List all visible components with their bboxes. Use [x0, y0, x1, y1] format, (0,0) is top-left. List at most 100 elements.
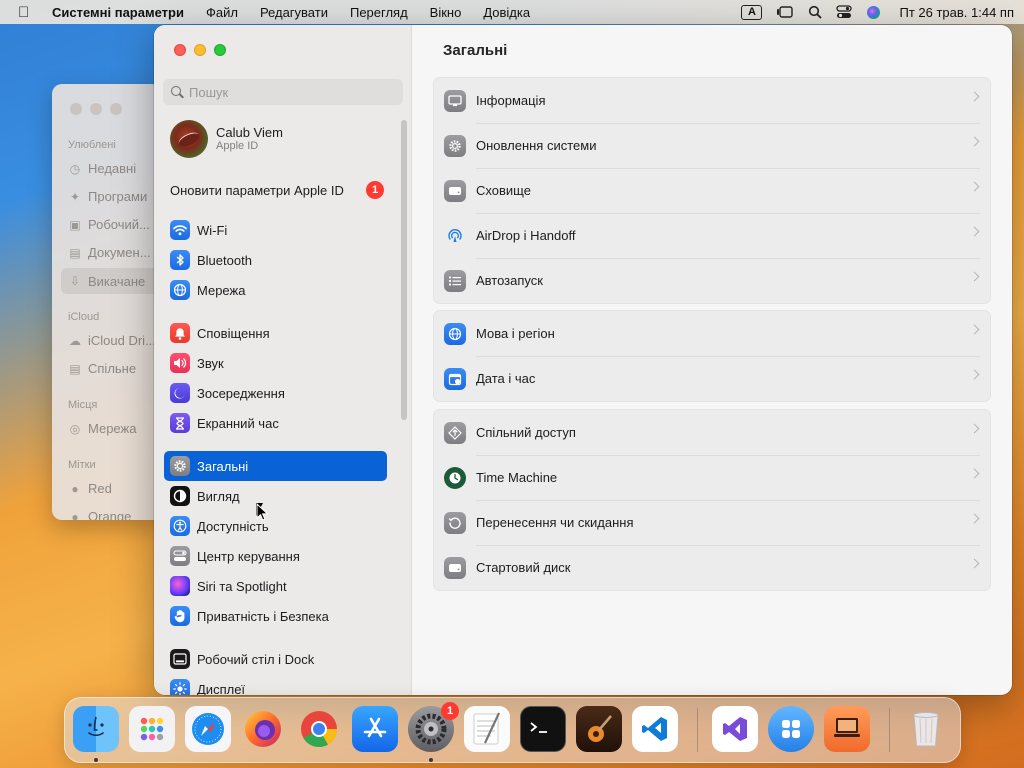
- sidebar-item-label: Сповіщення: [197, 325, 270, 341]
- firefox-icon[interactable]: [240, 706, 286, 752]
- menu-clock[interactable]: Пт 26 трав. 1:44 пп: [899, 5, 1014, 20]
- finder-tag-orange[interactable]: ● Orange: [68, 509, 131, 520]
- finder-section-favorites: Улюблені: [68, 139, 116, 151]
- hand-icon: [170, 606, 190, 626]
- mouse-pointer: [256, 503, 268, 521]
- sidebar-item-network[interactable]: Мережа: [164, 275, 387, 305]
- menu-window[interactable]: Вікно: [430, 5, 462, 20]
- textedit-icon[interactable]: [464, 706, 510, 752]
- apple-id-update-item[interactable]: Оновити параметри Apple ID 1: [170, 180, 384, 200]
- finder-icon[interactable]: [73, 706, 119, 752]
- visual-studio-icon[interactable]: [712, 706, 758, 752]
- finder-tag-red[interactable]: ● Red: [68, 481, 111, 496]
- finder-item-network[interactable]: ◎ Мережа: [68, 421, 137, 436]
- zoom-button[interactable]: [214, 44, 226, 56]
- settings-row-about[interactable]: Інформація: [434, 78, 990, 123]
- launchpad-icon[interactable]: [129, 706, 175, 752]
- garageband-icon[interactable]: [576, 706, 622, 752]
- input-source-icon[interactable]: A: [741, 4, 763, 20]
- sidebar-item-bluetooth[interactable]: Bluetooth: [164, 245, 387, 275]
- finder-close-button[interactable]: [70, 103, 82, 115]
- system-settings-window: Calub Viem Apple ID Оновити параметри Ap…: [154, 25, 1012, 695]
- sidebar-item-notifications[interactable]: Сповіщення: [164, 318, 387, 348]
- vscode-icon[interactable]: [632, 706, 678, 752]
- disk-icon: [444, 179, 466, 202]
- settings-row-language-region[interactable]: Мова і регіон: [434, 311, 990, 356]
- settings-row-startup-disk[interactable]: Стартовий диск: [434, 545, 990, 590]
- sidebar-item-sound[interactable]: Звук: [164, 348, 387, 378]
- search-input[interactable]: [189, 84, 389, 100]
- close-button[interactable]: [174, 44, 186, 56]
- spotlight-search-icon[interactable]: [808, 5, 823, 19]
- sidebar-item-control-center[interactable]: Центр керування: [164, 541, 387, 571]
- sidebar-item-desktop-dock[interactable]: Робочий стіл і Dock: [164, 644, 387, 674]
- settings-row-storage[interactable]: Сховище: [434, 168, 990, 213]
- sidebar-item-screen-time[interactable]: Екранний час: [164, 408, 387, 438]
- siri-icon[interactable]: [866, 5, 881, 20]
- chrome-icon[interactable]: [296, 706, 342, 752]
- app-store-icon[interactable]: [352, 706, 398, 752]
- menu-bar:  Системні параметри Файл Редагувати Пер…: [0, 0, 1024, 24]
- applications-icon: ✦: [69, 189, 81, 204]
- settings-row-sharing[interactable]: Спільний доступ: [434, 410, 990, 455]
- trash-icon[interactable]: [903, 706, 949, 752]
- sidebar-item-label: Екранний час: [197, 415, 279, 431]
- siri-icon: [170, 576, 190, 596]
- finder-item-label: Мережа: [88, 421, 137, 436]
- stage-manager-icon[interactable]: [776, 5, 794, 19]
- settings-row-airdrop-handoff[interactable]: AirDrop і Handoff: [434, 213, 990, 258]
- finder-item-icloud-drive[interactable]: ☁ iCloud Dri...: [68, 333, 156, 348]
- sidebar-item-focus[interactable]: Зосередження: [164, 378, 387, 408]
- sidebar-group-notifications: Сповіщення Звук Зосередження Екранний ча…: [164, 318, 387, 438]
- sidebar-item-appearance[interactable]: Вигляд: [164, 481, 387, 511]
- sidebar-item-siri-spotlight[interactable]: Siri та Spotlight: [164, 571, 387, 601]
- settings-row-time-machine[interactable]: Time Machine: [434, 455, 990, 500]
- bluetooth-icon: [170, 250, 190, 270]
- apple-id-profile[interactable]: Calub Viem Apple ID: [170, 120, 283, 158]
- remote-desktop-icon[interactable]: [824, 706, 870, 752]
- notification-badge: 1: [441, 702, 459, 720]
- settings-content: Загальні Інформація Оновлення системи Сх…: [413, 25, 1012, 695]
- menu-app-name[interactable]: Системні параметри: [52, 5, 184, 20]
- settings-row-transfer-reset[interactable]: Перенесення чи скидання: [434, 500, 990, 545]
- finder-item-applications[interactable]: ✦ Програми: [68, 189, 147, 204]
- sidebar-item-label: Приватність і Безпека: [197, 608, 329, 624]
- finder-item-documents[interactable]: ▤ Докумен...: [68, 245, 150, 260]
- app-folder-icon[interactable]: [768, 706, 814, 752]
- document-icon: ▤: [69, 245, 81, 260]
- menu-help[interactable]: Довідка: [483, 5, 530, 20]
- settings-row-label: Інформація: [476, 93, 546, 108]
- finder-zoom-button[interactable]: [110, 103, 122, 115]
- menu-view[interactable]: Перегляд: [350, 5, 408, 20]
- settings-group-locale: Мова і регіон Дата і час: [433, 310, 991, 402]
- menu-edit[interactable]: Редагувати: [260, 5, 328, 20]
- apple-menu-icon[interactable]: : [18, 4, 36, 21]
- sidebar-item-general[interactable]: Загальні: [164, 451, 387, 481]
- search-field[interactable]: [163, 79, 403, 105]
- minimize-button[interactable]: [194, 44, 206, 56]
- menu-file[interactable]: Файл: [206, 5, 238, 20]
- control-center-icon: [170, 546, 190, 566]
- sidebar-item-privacy-security[interactable]: Приватність і Безпека: [164, 601, 387, 631]
- settings-row-login-items[interactable]: Автозапуск: [434, 258, 990, 303]
- finder-item-desktop[interactable]: ▣ Робочий...: [68, 217, 150, 232]
- finder-item-shared[interactable]: ▤ Спільне: [68, 361, 136, 376]
- finder-section-tags: Мітки: [68, 459, 96, 471]
- chevron-right-icon: [969, 513, 980, 524]
- finder-item-recents[interactable]: ◷ Недавні: [68, 161, 136, 176]
- settings-row-date-time[interactable]: Дата і час: [434, 356, 990, 401]
- download-icon: ⇩: [69, 274, 81, 288]
- terminal-icon[interactable]: [520, 706, 566, 752]
- settings-row-software-update[interactable]: Оновлення системи: [434, 123, 990, 168]
- control-center-icon[interactable]: [836, 5, 853, 19]
- sidebar-group-desktop: Робочий стіл і Dock Дисплеї: [164, 644, 387, 695]
- finder-minimize-button[interactable]: [90, 103, 102, 115]
- finder-item-downloads[interactable]: ⇩ Викачане: [61, 268, 162, 294]
- sidebar-scrollbar[interactable]: [401, 120, 407, 420]
- sidebar-item-label: Зосередження: [197, 385, 285, 401]
- settings-row-label: AirDrop і Handoff: [476, 228, 576, 243]
- safari-icon[interactable]: [185, 706, 231, 752]
- sidebar-item-displays[interactable]: Дисплеї: [164, 674, 387, 695]
- sidebar-item-accessibility[interactable]: Доступність: [164, 511, 387, 541]
- sidebar-item-wifi[interactable]: Wi-Fi: [164, 215, 387, 245]
